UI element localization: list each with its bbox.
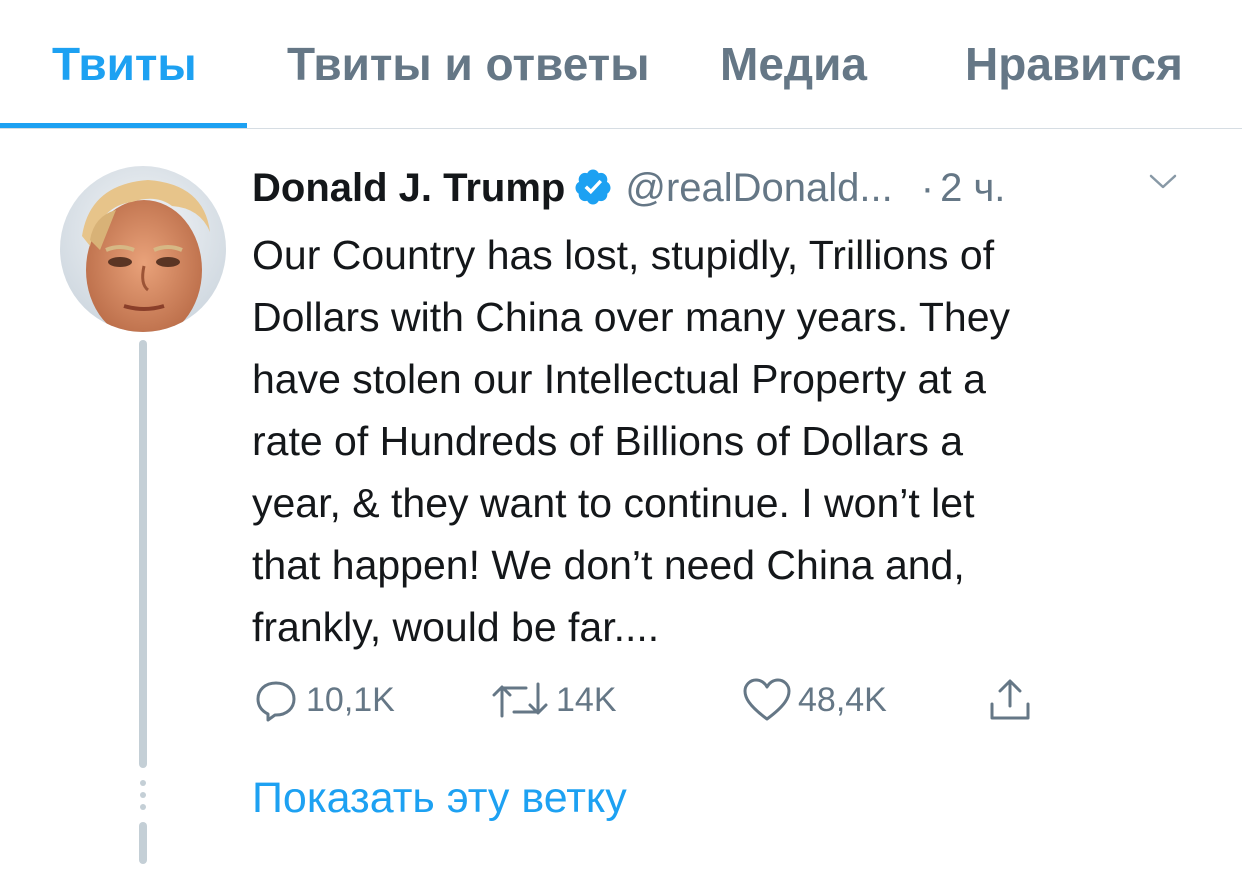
tab-media[interactable]: Медиа (720, 34, 867, 94)
tweet-text-line: Our Country has lost, stupidly, Trillion… (252, 232, 995, 278)
tab-tweets[interactable]: Твиты (52, 34, 197, 94)
timestamp-separator: · (920, 166, 935, 210)
like-icon (743, 678, 791, 721)
author-handle[interactable]: @realDonald... (625, 166, 892, 210)
tweet-timestamp[interactable]: 2 ч. (940, 166, 1005, 210)
show-thread-link[interactable]: Показать эту ветку (252, 770, 627, 826)
chevron-down-icon[interactable] (1148, 172, 1178, 197)
tweet-text-line: have stolen our Intellectual Property at… (252, 356, 986, 402)
thread-connector-line (139, 340, 147, 768)
avatar-portrait (60, 166, 226, 332)
like-button[interactable]: 48,4K (742, 672, 887, 728)
share-button[interactable] (986, 672, 1034, 728)
thread-gap-dot (140, 792, 146, 798)
author-name[interactable]: Donald J. Trump (252, 166, 565, 210)
tweet-text-line: that happen! We don’t need China and, (252, 542, 965, 588)
reply-count: 10,1K (306, 680, 395, 719)
verified-badge-icon (573, 166, 613, 222)
tweet-text: Our Country has lost, stupidly, Trillion… (252, 224, 1212, 658)
retweet-icon (492, 682, 548, 718)
tweet-text-line: frankly, would be far.... (252, 604, 660, 650)
tab-tweets-and-replies[interactable]: Твиты и ответы (287, 34, 650, 94)
tweet-header: Donald J. Trump @realDonald... · 2 ч. (252, 160, 1005, 216)
tweet-text-line: Dollars with China over many years. They (252, 294, 1011, 340)
avatar[interactable] (60, 166, 226, 332)
reply-button[interactable]: 10,1K (252, 672, 395, 728)
active-tab-indicator (0, 123, 247, 128)
retweet-button[interactable]: 14K (490, 672, 617, 728)
profile-tabs: Твиты Твиты и ответы Медиа Нравится (0, 0, 1242, 129)
tweet-text-line: rate of Hundreds of Billions of Dollars … (252, 418, 964, 464)
reply-icon (256, 681, 296, 722)
tab-likes[interactable]: Нравится (965, 34, 1183, 94)
thread-connector-line-lower (139, 822, 147, 864)
share-icon (990, 679, 1030, 720)
retweet-count: 14K (556, 680, 617, 719)
thread-gap-dot (140, 804, 146, 810)
thread-gap-dot (140, 780, 146, 786)
tweet-text-line: year, & they want to continue. I won’t l… (252, 480, 975, 526)
like-count: 48,4K (798, 680, 887, 719)
